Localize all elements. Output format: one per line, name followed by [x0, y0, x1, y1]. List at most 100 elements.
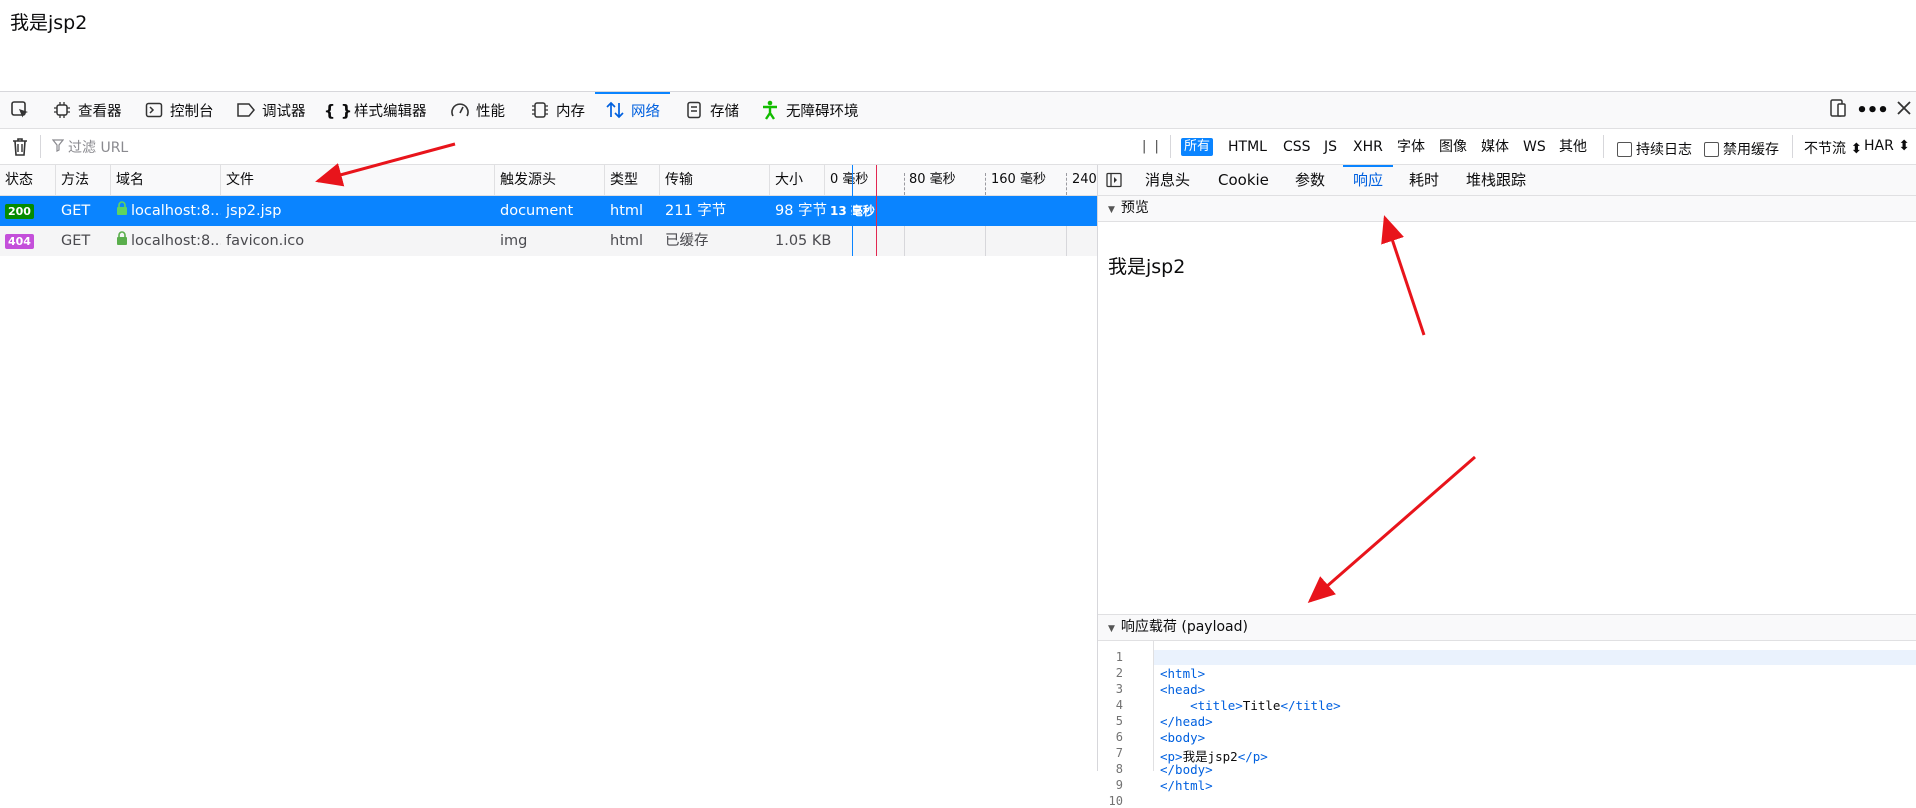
close-devtools-button[interactable]: [1892, 92, 1916, 128]
code-line: <head>: [1160, 682, 1206, 697]
status-cell: 404: [0, 226, 56, 256]
dock-toggle-button[interactable]: [1826, 92, 1850, 128]
tab-storage[interactable]: 存储: [684, 92, 739, 128]
code-line: </html>: [1160, 778, 1213, 793]
pause-recording-button[interactable]: | |: [1142, 139, 1161, 154]
har-menu-button[interactable]: HAR ⬍: [1864, 138, 1910, 154]
tab-accessibility[interactable]: 无障碍环境: [760, 92, 859, 128]
more-options-button[interactable]: •••: [1856, 92, 1889, 128]
tab-cookies[interactable]: Cookie: [1218, 165, 1269, 195]
column-file[interactable]: 文件: [221, 165, 495, 195]
persist-logs-checkbox[interactable]: 持续日志: [1617, 139, 1692, 159]
line-number: 7: [1115, 746, 1123, 760]
inspector-icon: [52, 100, 72, 120]
filter-type-ws[interactable]: WS: [1520, 138, 1549, 156]
load-event-marker: [876, 165, 877, 256]
filter-type-other[interactable]: 其他: [1556, 138, 1590, 156]
column-domain[interactable]: 域名: [111, 165, 221, 195]
method-cell: GET: [61, 233, 91, 249]
filter-type-media[interactable]: 媒体: [1478, 138, 1512, 156]
file-cell: jsp2.jsp: [226, 203, 282, 219]
transferred-cell: 已缓存: [665, 233, 709, 249]
column-size[interactable]: 大小: [770, 165, 825, 195]
tab-style-editor-label: 样式编辑器: [354, 103, 427, 120]
code-line: <body>: [1160, 730, 1206, 745]
method-cell: GET: [61, 203, 91, 219]
filter-type-js[interactable]: JS: [1321, 138, 1340, 156]
filter-type-xhr[interactable]: XHR: [1350, 138, 1386, 156]
waterfall-tick-label: 0 毫秒: [830, 172, 869, 187]
filter-type-images[interactable]: 图像: [1436, 138, 1470, 156]
lock-icon: [116, 196, 128, 226]
table-row[interactable]: 200 GET localhost:8... jsp2.jsp document…: [0, 196, 1097, 226]
column-method[interactable]: 方法: [56, 165, 111, 195]
style-editor-icon: { }: [323, 100, 353, 120]
waterfall-tick-line: [1066, 173, 1067, 195]
network-icon: [605, 100, 625, 120]
cause-cell: document: [500, 203, 574, 219]
size-cell: 1.05 KB: [775, 233, 832, 249]
filter-url-input[interactable]: 过滤 URL: [68, 137, 128, 157]
domain-text: localhost:8...: [131, 233, 221, 249]
filter-type-all[interactable]: 所有: [1181, 138, 1214, 156]
waterfall-tick-label: 240: [1072, 172, 1097, 187]
tab-debugger-label: 调试器: [262, 103, 306, 120]
payload-section-header[interactable]: ▼ 响应载荷 (payload): [1098, 614, 1916, 641]
response-payload-editor[interactable]: 1 2 3 4 5 6 7 8 9 10 <html> <head> <titl…: [1098, 640, 1916, 808]
column-transferred[interactable]: 传输: [660, 165, 770, 195]
column-type[interactable]: 类型: [605, 165, 660, 195]
filter-type-fonts[interactable]: 字体: [1394, 138, 1428, 156]
table-row[interactable]: 404 GET localhost:8... favicon.ico img h…: [0, 226, 1097, 256]
tab-debugger[interactable]: 调试器: [236, 92, 306, 128]
tab-accessibility-label: 无障碍环境: [786, 103, 859, 120]
tab-network-label: 网络: [631, 103, 660, 120]
tab-timings[interactable]: 耗时: [1409, 165, 1439, 195]
tab-style-editor[interactable]: { } 样式编辑器: [323, 92, 427, 128]
tab-memory[interactable]: 内存: [530, 92, 585, 128]
waterfall-grid-line: [1066, 226, 1067, 256]
filter-separator: [1170, 135, 1171, 158]
page-body-text: 我是jsp2: [10, 12, 88, 34]
network-filter-bar: 过滤 URL | | 所有 HTML CSS JS XHR 字体 图像 媒体 W…: [0, 129, 1916, 165]
tab-console[interactable]: 控制台: [144, 92, 214, 128]
column-cause[interactable]: 触发源头: [495, 165, 605, 195]
details-tab-bar: 消息头 Cookie 参数 响应 耗时 堆栈跟踪: [1098, 165, 1916, 196]
type-cell: html: [610, 233, 644, 249]
tab-params[interactable]: 参数: [1295, 165, 1325, 195]
filter-type-css[interactable]: CSS: [1280, 138, 1314, 156]
tab-console-label: 控制台: [170, 103, 214, 120]
tab-inspector-label: 查看器: [78, 103, 122, 120]
throttling-select[interactable]: 不节流 ⬍: [1804, 138, 1862, 158]
tab-storage-label: 存储: [710, 103, 739, 120]
performance-icon: [450, 100, 470, 120]
column-status[interactable]: 状态: [0, 165, 56, 195]
dom-content-loaded-marker: [852, 165, 853, 256]
element-picker-button[interactable]: [10, 92, 36, 128]
collapse-triangle-icon: ▼: [1108, 205, 1115, 215]
console-icon: [144, 100, 164, 120]
code-line: </head>: [1160, 714, 1213, 729]
file-cell: favicon.ico: [226, 233, 305, 249]
clear-requests-button[interactable]: [10, 137, 30, 157]
tab-inspector[interactable]: 查看器: [52, 92, 122, 128]
toggle-sidebar-button[interactable]: [1106, 172, 1122, 192]
tab-stack-trace[interactable]: 堆栈跟踪: [1466, 165, 1526, 195]
line-number: 6: [1115, 730, 1123, 744]
line-number: 9: [1115, 778, 1123, 792]
tab-response[interactable]: 响应: [1342, 165, 1394, 195]
line-number: 3: [1115, 682, 1123, 696]
preview-section-header[interactable]: ▼ 预览: [1098, 196, 1916, 222]
checkbox-box: [1704, 141, 1719, 157]
tab-headers[interactable]: 消息头: [1145, 165, 1190, 195]
more-options-icon: •••: [1856, 99, 1889, 121]
tab-network[interactable]: 网络: [595, 92, 670, 128]
line-number: 8: [1115, 762, 1123, 776]
disable-cache-checkbox[interactable]: 禁用缓存: [1704, 139, 1779, 159]
response-preview: 我是jsp2: [1108, 256, 1186, 278]
waterfall-tick-line: [904, 173, 905, 195]
filter-type-html[interactable]: HTML: [1225, 138, 1270, 156]
waterfall-grid-line: [904, 226, 905, 256]
tab-performance[interactable]: 性能: [450, 92, 505, 128]
accessibility-icon: [760, 100, 780, 120]
code-line: <html>: [1160, 666, 1206, 681]
